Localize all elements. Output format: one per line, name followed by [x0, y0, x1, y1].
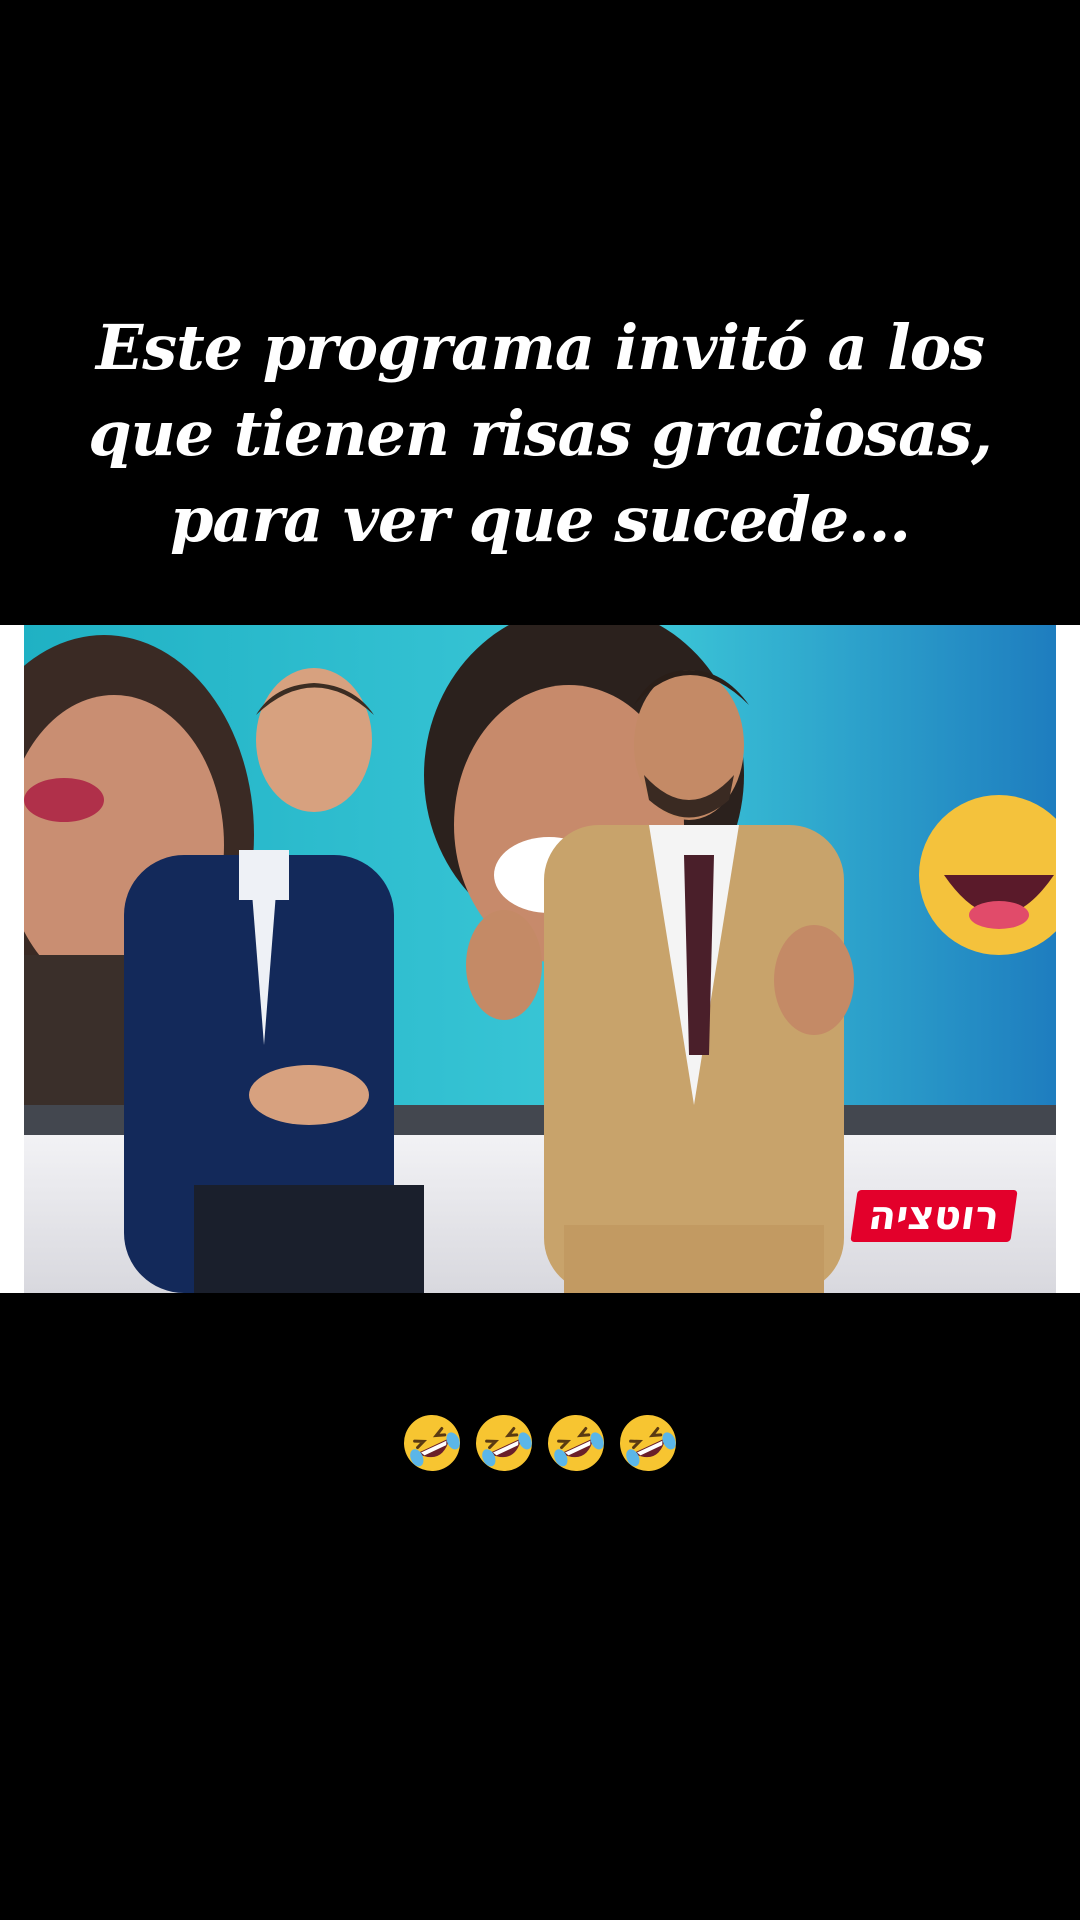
- rolling-on-the-floor-laughing-icon: [620, 1415, 676, 1471]
- caption: Este programa invitó a los que tienen ri…: [60, 305, 1020, 563]
- rolling-on-the-floor-laughing-icon: [548, 1415, 604, 1471]
- video-frame: רוטציה: [0, 625, 1080, 1293]
- rolling-on-the-floor-laughing-icon: [476, 1415, 532, 1471]
- caption-line-1: Este programa invitó a los: [95, 311, 985, 384]
- caption-line-3: para ver que sucede...: [170, 483, 911, 556]
- caption-line-2: que tienen risas graciosas,: [88, 397, 992, 470]
- channel-logo: רוטציה: [850, 1190, 1018, 1242]
- video-player[interactable]: רוטציה: [24, 625, 1056, 1293]
- rolling-on-the-floor-laughing-icon: [404, 1415, 460, 1471]
- reaction-emoji-row: [0, 1410, 1080, 1500]
